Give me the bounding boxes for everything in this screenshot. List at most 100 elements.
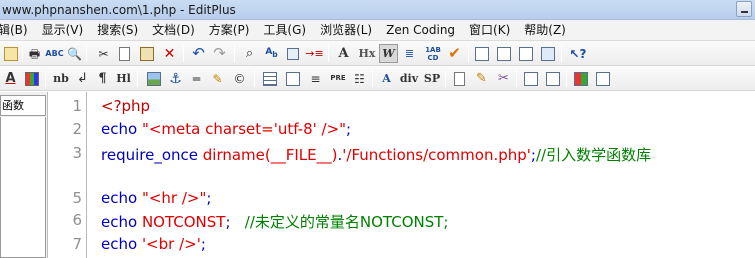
html-toolbar: A nb ↲ ¶ Hl ⚓ ═ ✎ © ≡ PRE ☷ A div SP ✎ ✂ (0, 66, 755, 91)
menu-help[interactable]: 帮助(Z) (517, 20, 573, 40)
menu-view[interactable]: 显示(V) (35, 20, 91, 40)
form-icon[interactable] (283, 69, 302, 88)
fullscreen-icon[interactable] (538, 44, 557, 63)
minimize-button[interactable] (736, 1, 752, 17)
undo-icon[interactable]: ↶ (189, 44, 208, 63)
image-icon[interactable] (144, 69, 163, 88)
color-grid-icon[interactable] (571, 69, 590, 88)
preview-icon[interactable] (521, 69, 540, 88)
find-icon[interactable]: 🔍 (65, 44, 84, 63)
code-token: ; (225, 213, 245, 231)
line-number-icon[interactable]: ≣ (400, 44, 419, 63)
toolbar-separator (445, 70, 446, 87)
new-file-icon[interactable] (450, 69, 469, 88)
menu-browser[interactable]: 浏览器(L) (313, 20, 379, 40)
delete-icon[interactable]: ✕ (160, 44, 179, 63)
browser-view-icon[interactable] (543, 69, 562, 88)
line-number: 7 (72, 235, 82, 253)
spellcheck-icon[interactable]: ABC (45, 44, 64, 63)
paste-icon[interactable] (137, 44, 156, 63)
toolbar-separator (183, 45, 184, 62)
list-icon[interactable]: ☷ (350, 69, 369, 88)
word-wrap-icon[interactable]: W (379, 44, 398, 63)
paragraph-icon[interactable]: ¶ (93, 69, 112, 88)
menu-bar: 辑(B) 显示(V) 搜索(S) 文档(D) 方案(P) 工具(G) 浏览器(L) Zen C… (0, 20, 755, 41)
functions-tab[interactable]: 函数 (0, 95, 46, 116)
code-token: dirname(__FILE__) (202, 146, 338, 164)
redo-icon[interactable]: ↷ (210, 44, 229, 63)
menu-window[interactable]: 窗口(K) (462, 20, 517, 40)
toolbar-separator (137, 70, 138, 87)
line-number: 1 (72, 97, 82, 115)
line-number: 3 (72, 144, 82, 162)
edit-pencil-icon[interactable]: ✎ (472, 69, 491, 88)
cliptext-icon[interactable] (472, 44, 491, 63)
line-number: 6 (72, 211, 82, 229)
code-token: echo (101, 235, 142, 253)
style-a-icon[interactable]: A (377, 69, 396, 88)
window-icon[interactable] (593, 69, 612, 88)
line-number-gutter (48, 92, 84, 258)
code-token: "<hr />" (141, 189, 207, 207)
menu-document[interactable]: 文档(D) (145, 20, 202, 40)
functions-list[interactable] (0, 117, 46, 258)
goto-line-icon[interactable]: →≡ (305, 44, 324, 63)
pre-icon[interactable]: PRE (328, 69, 348, 88)
code-editor[interactable]: <?php echo "<meta charset='utf-8' />"; r… (87, 92, 755, 258)
toolbar-separator (516, 70, 517, 87)
code-token: '<br />' (141, 235, 201, 253)
toolbar-separator (328, 45, 329, 62)
cut-icon[interactable]: ✂ (94, 44, 113, 63)
directory-icon[interactable] (494, 44, 513, 63)
div-icon[interactable]: div (398, 69, 420, 88)
font-color-icon[interactable]: A (1, 69, 20, 88)
menu-project[interactable]: 方案(P) (202, 20, 257, 40)
copyright-icon[interactable]: © (230, 69, 249, 88)
menu-tools[interactable]: 工具(G) (256, 20, 313, 40)
align-center-icon[interactable]: ≡ (306, 69, 325, 88)
code-token: '/Functions/common.php' (342, 146, 531, 164)
font-icon[interactable]: A (334, 44, 353, 63)
menu-zen-coding[interactable]: Zen Coding (379, 20, 462, 40)
search-icon[interactable]: ⌕ (240, 44, 259, 63)
code-token: ; (200, 235, 206, 253)
code-token: echo (101, 120, 142, 138)
anchor-icon[interactable]: ⚓ (166, 69, 185, 88)
code-token: //未定义的常量名NOTCONST; (244, 213, 449, 231)
print-icon[interactable]: 🖶 (25, 44, 44, 63)
functions-tab-label: 函数 (2, 99, 24, 112)
copy-icon[interactable] (115, 44, 134, 63)
ruler-icon[interactable]: 1AB CD (422, 44, 444, 63)
toolbar-separator (234, 45, 235, 62)
comment-icon[interactable]: ✎ (208, 69, 227, 88)
menu-edit[interactable]: 辑(B) (0, 20, 35, 40)
open-icon[interactable] (1, 44, 20, 63)
horizontal-rule-icon[interactable]: ═ (187, 69, 206, 88)
help-icon[interactable]: ↖? (567, 44, 589, 63)
code-line: echo '<br />'; (101, 235, 206, 253)
nbsp-icon[interactable]: nb (50, 69, 72, 88)
find-in-files-icon[interactable] (283, 44, 302, 63)
menu-search[interactable]: 搜索(S) (90, 20, 145, 40)
window-title: www.phpnanshen.com\1.php - EditPlus (2, 3, 236, 17)
check-icon[interactable]: ✔ (445, 44, 464, 63)
color-picker-icon[interactable] (22, 69, 41, 88)
code-token: ; (206, 189, 212, 207)
heading-icon[interactable]: Hl (114, 69, 133, 88)
toolbar-separator (45, 70, 46, 87)
code-line: echo "<meta charset='utf-8' />"; (101, 120, 351, 138)
tools-icon[interactable]: ✂ (494, 69, 513, 88)
code-token: ; (346, 120, 352, 138)
table-icon[interactable] (260, 69, 279, 88)
code-line: <?php (101, 97, 150, 115)
hex-icon[interactable]: Hx (356, 44, 378, 63)
toolbar-separator (22, 45, 23, 62)
span-icon[interactable]: SP (421, 69, 443, 88)
code-line: require_once dirname(__FILE__).'/Functio… (101, 144, 651, 165)
replace-icon[interactable]: Ab (262, 44, 281, 63)
title-bar: www.phpnanshen.com\1.php - EditPlus (0, 0, 755, 20)
line-break-icon[interactable]: ↲ (73, 69, 92, 88)
output-window-icon[interactable] (516, 44, 535, 63)
line-number: 5 (72, 189, 82, 207)
left-panel: 函数 (0, 92, 48, 258)
